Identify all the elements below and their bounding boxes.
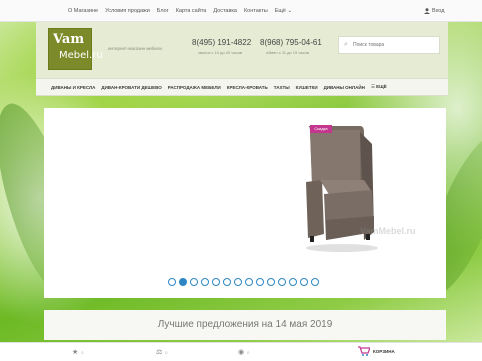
slider-dot[interactable] [223,278,231,286]
site-logo[interactable]: Vam Mebel.ru [48,28,103,70]
slider-dot[interactable] [234,278,242,286]
phone-number-2[interactable]: 8(968) 795-04-61 [260,38,322,47]
cart-label: КОРЗИНА [373,348,395,354]
topnav-item-contacts[interactable]: Контакты [244,8,268,14]
menu-item-sofas-armchairs[interactable]: ДИВАНЫ И КРЕСЛА [51,85,95,90]
menu-item-furniture-sale[interactable]: РАСПРОДАЖА МЕБЕЛИ [168,85,221,90]
viewed-count: 0 [247,349,250,355]
slider-dot[interactable] [168,278,176,286]
topnav-item-terms[interactable]: Условия продажи [105,8,150,14]
best-offers-title: Лучшие предложения на 14 мая 2019 [157,319,333,330]
topnav-item-more[interactable]: Ещё ⌄ [275,8,292,14]
best-offers-banner: Лучшие предложения на 14 мая 2019 [44,310,446,340]
slider-pagination [168,278,319,286]
login-label: Вход [432,8,445,14]
top-nav: О Магазине Условия продажи Блог Карта са… [68,8,292,14]
search-input[interactable] [353,42,437,48]
topnav-item-blog[interactable]: Блог [157,8,169,14]
slider-dot-active[interactable] [179,278,187,286]
bottom-toolbar: ★ 0 ⚖ 0 ◉ 0 КОРЗИНА [0,342,482,361]
compare-icon: ⚖ [156,349,163,356]
menu-item-chair-beds[interactable]: КРЕСЛА-КРОВАТЬ [227,85,268,90]
user-icon [424,8,430,14]
site-header: Vam Mebel.ru интернет-магазин мебели 8(4… [36,22,448,78]
slider-dot[interactable] [256,278,264,286]
product-slider[interactable]: Скидка VamMebel.ru [44,108,446,298]
search-box: ⌕ [338,36,440,54]
watermark: VamMebel.ru [360,226,416,236]
slider-dot[interactable] [267,278,275,286]
slider-dot[interactable] [278,278,286,286]
login-link[interactable]: Вход [424,8,444,14]
star-icon: ★ [72,349,79,356]
eye-icon: ◉ [238,349,245,356]
menu-item-sofas-online[interactable]: ДИВАНЫ ОНЛАЙН [324,85,365,90]
search-icon[interactable]: ⌕ [339,41,353,49]
slider-dot[interactable] [311,278,319,286]
sale-badge: Скидка [310,125,332,133]
menu-item-couches[interactable]: КУШЕТКИ [296,85,318,90]
favorites-button[interactable]: ★ 0 [72,348,84,356]
slider-dot[interactable] [212,278,220,286]
topnav-item-sitemap[interactable]: Карта сайта [176,8,207,14]
menu-item-ottomans[interactable]: ТАХТЫ [274,85,290,90]
top-bar: О Магазине Условия продажи Блог Карта са… [0,0,482,22]
viewed-button[interactable]: ◉ 0 [238,348,249,356]
topnav-item-about[interactable]: О Магазине [68,8,98,14]
main-menu: ДИВАНЫ И КРЕСЛА ДИВАН-КРОВАТИ ДЕШЕВО РАС… [36,78,448,96]
slider-dot[interactable] [190,278,198,286]
slider-dot[interactable] [201,278,209,286]
slider-dot[interactable] [300,278,308,286]
compare-button[interactable]: ⚖ 0 [156,348,168,356]
cart-button[interactable]: КОРЗИНА [358,346,395,356]
cart-icon [358,346,370,356]
site-tagline: интернет-магазин мебели [108,46,162,51]
slider-dot[interactable] [289,278,297,286]
phone-number-1[interactable]: 8(495) 191-4822 [192,38,251,47]
compare-count: 0 [165,349,168,355]
phone-note-1: звонок с 10 до 20 часов [198,50,243,55]
phone-note-2: обмен с 11 до 19 часов [266,50,310,55]
favorites-count: 0 [81,349,84,355]
slider-dot[interactable] [245,278,253,286]
chair-bed-image[interactable] [302,122,378,260]
menu-item-more[interactable]: ☰ ЕЩЁ [371,84,387,90]
logo-text-top: Vam [53,32,85,47]
menu-item-sofa-beds-cheap[interactable]: ДИВАН-КРОВАТИ ДЕШЕВО [101,85,161,90]
logo-text-bottom: Mebel.ru [59,50,103,61]
topnav-item-delivery[interactable]: Доставка [213,8,237,14]
